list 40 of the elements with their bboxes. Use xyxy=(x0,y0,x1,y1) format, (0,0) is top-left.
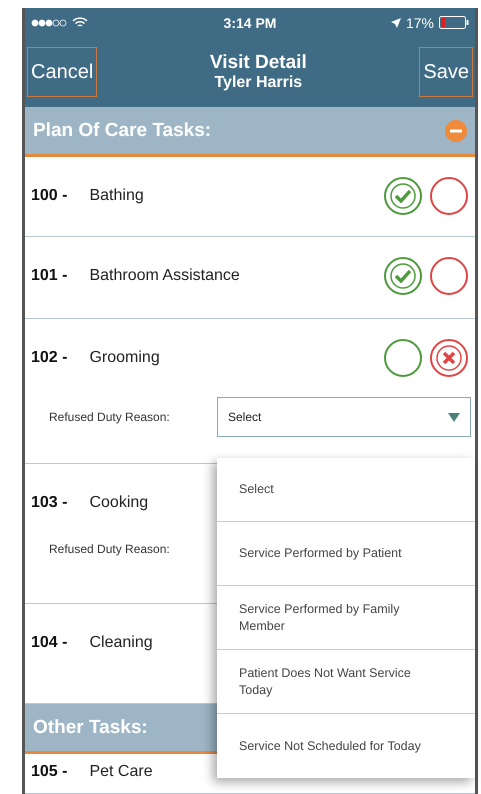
battery-percent: 17% xyxy=(406,14,434,31)
task-name: Cleaning xyxy=(89,634,154,652)
task-code: 101 - xyxy=(31,267,68,285)
save-button[interactable]: Save xyxy=(419,47,473,98)
screen-subtitle: Tyler Harris xyxy=(214,74,302,92)
caret-icon xyxy=(448,412,460,422)
empty-circle-icon[interactable] xyxy=(383,338,423,378)
dropdown-option[interactable]: Patient Does Not Want Service Today xyxy=(217,650,475,714)
dropdown-option[interactable]: Service Performed by Family Member xyxy=(217,586,475,650)
location-icon xyxy=(390,18,401,28)
empty-circle-icon[interactable] xyxy=(429,256,469,296)
dropdown-option[interactable]: Service Not Scheduled for Today xyxy=(217,714,475,778)
task-code: 100 - xyxy=(31,187,68,205)
wifi-icon xyxy=(72,16,88,29)
section-title: Plan Of Care Tasks: xyxy=(33,120,212,142)
task-name: Bathroom Assistance xyxy=(89,267,241,285)
task-code: 103 - xyxy=(31,494,68,512)
task-code: 105 - xyxy=(31,763,68,781)
task-code: 102 - xyxy=(31,349,68,367)
check-circle-icon[interactable] xyxy=(383,256,423,296)
empty-circle-icon[interactable] xyxy=(429,176,469,216)
task-name: Bathing xyxy=(89,187,145,205)
signal-icon xyxy=(31,18,67,27)
battery-icon xyxy=(438,16,469,30)
task-name: Cooking xyxy=(89,494,150,512)
refused-reason-label: Refused Duty Reason: xyxy=(49,410,171,424)
section-title: Other Tasks: xyxy=(33,716,148,738)
cross-circle-icon[interactable] xyxy=(429,338,469,378)
collapse-icon[interactable] xyxy=(445,120,467,142)
task-name: Grooming xyxy=(89,349,161,367)
screen-title: Visit Detail xyxy=(210,52,307,74)
cancel-button[interactable]: Cancel xyxy=(27,47,98,98)
dropdown-option[interactable]: Select xyxy=(217,458,475,522)
check-circle-icon[interactable] xyxy=(383,176,423,216)
dropdown-option[interactable]: Service Performed by Patient xyxy=(217,522,475,586)
task-code: 104 - xyxy=(31,634,68,652)
status-time: 3:14 PM xyxy=(224,14,276,31)
task-name: Pet Care xyxy=(89,763,154,781)
reason-select[interactable]: Select xyxy=(217,397,471,437)
refused-reason-label: Refused Duty Reason: xyxy=(49,542,171,556)
